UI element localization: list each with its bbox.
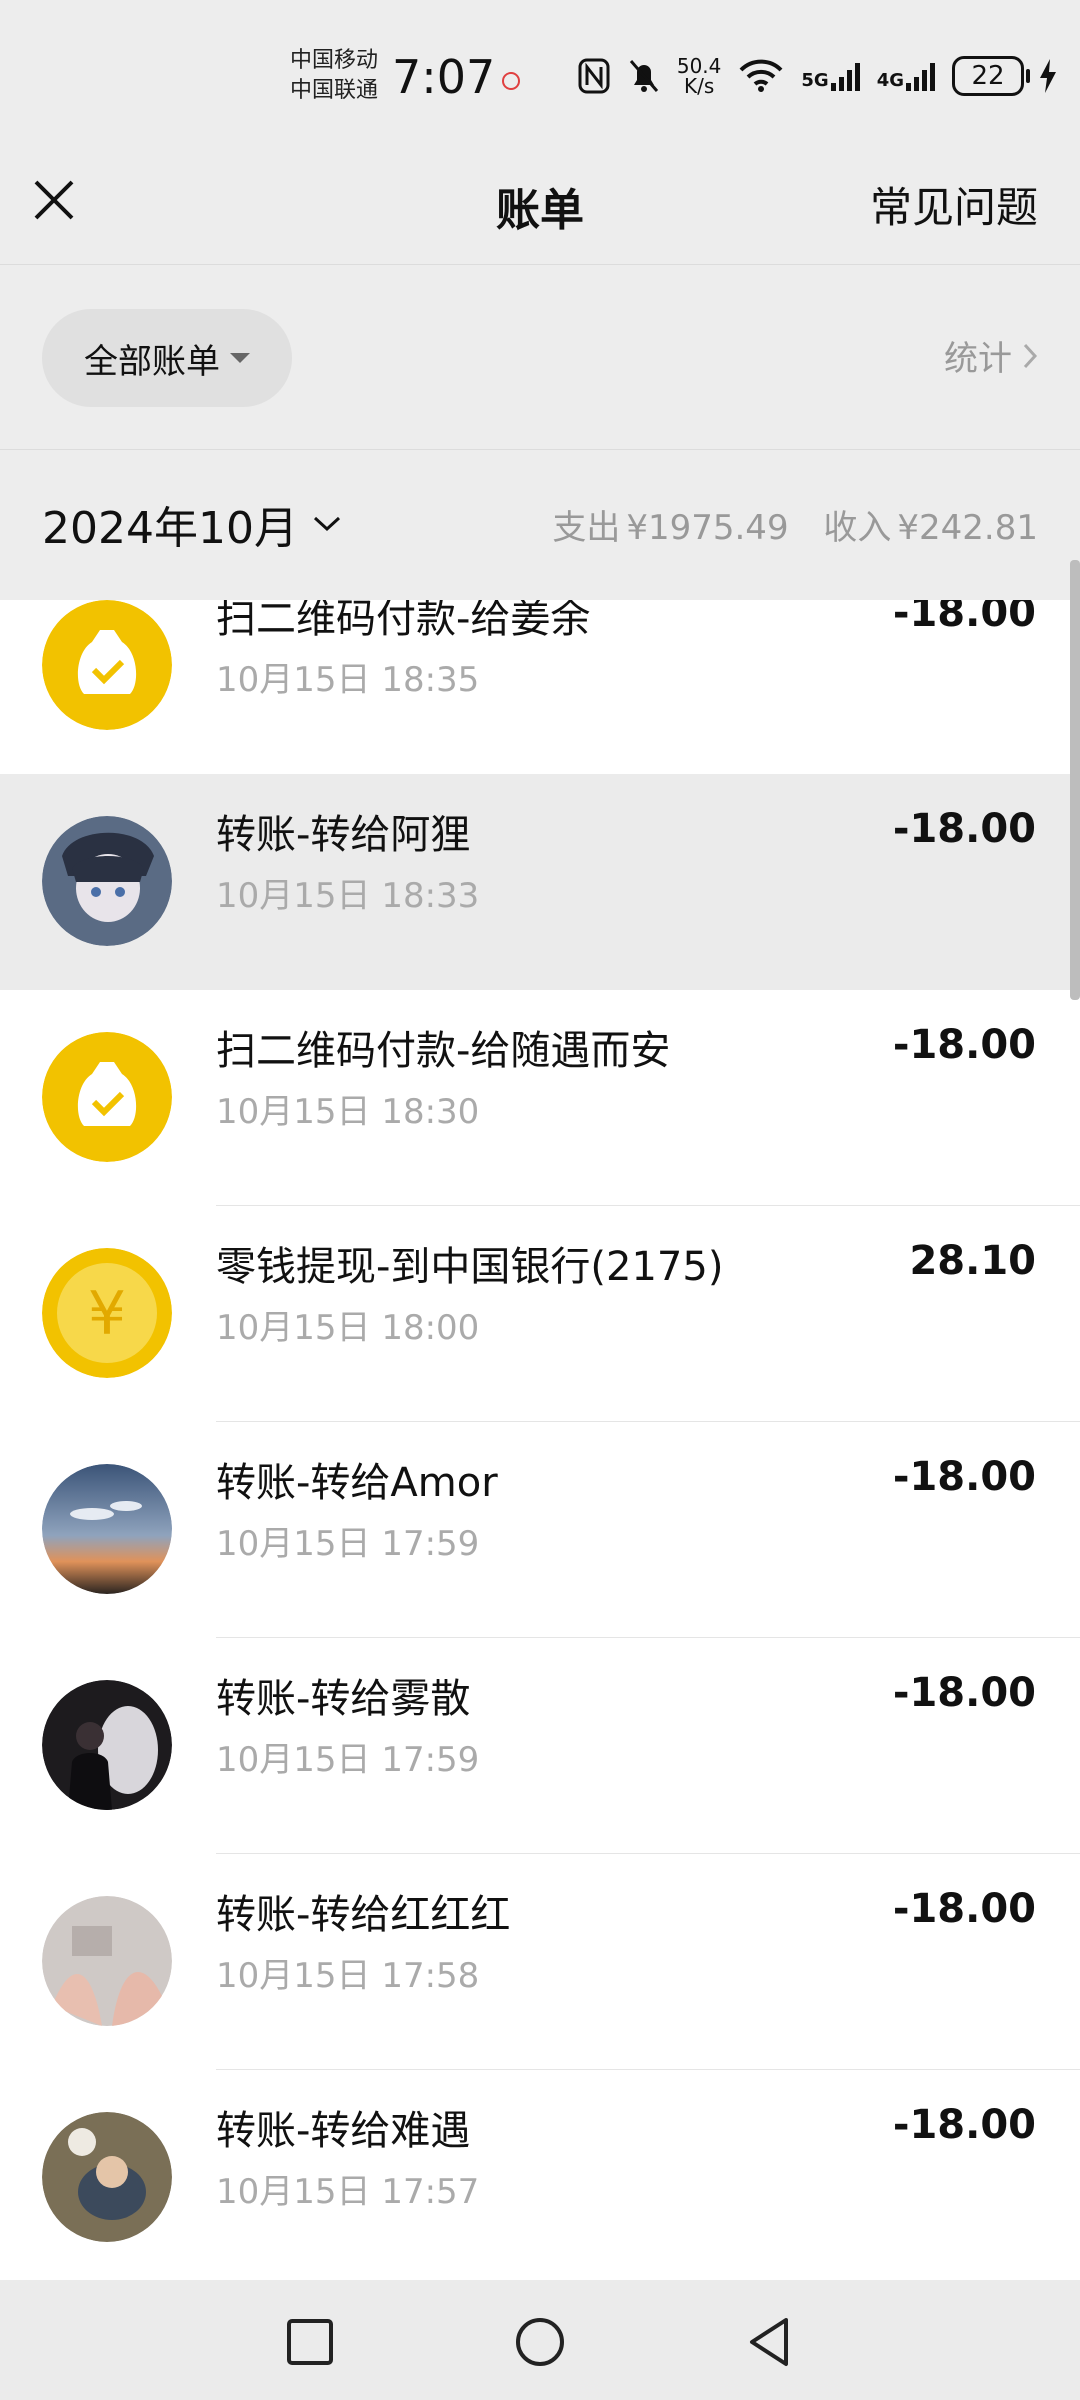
transaction-row[interactable]: 转账-转给阿狸 10月15日 18:33 -18.00 [0,774,1080,990]
transaction-title: 转账-转给阿狸 [216,812,471,858]
filter-label: 全部账单 [84,341,220,382]
qr-payment-icon [42,600,172,730]
carrier-1: 中国移动 [290,48,379,73]
faq-link[interactable]: 常见问题 [870,174,1038,235]
net-speed: 50.4 K/s [676,54,722,98]
transaction-time: 10月15日 17:58 [216,1956,480,1996]
transaction-row[interactable]: 转账-转给红红红 10月15日 17:58 -18.00 [0,1854,1080,2070]
signal-bars-icon [906,63,935,91]
transaction-list[interactable]: 扫二维码付款-给姜余 10月15日 18:35 -18.00 转账-转给阿狸 1… [0,600,1080,2280]
transaction-row[interactable]: 转账-转给Amor 10月15日 17:59 -18.00 [0,1422,1080,1638]
scrollbar[interactable] [1070,560,1080,1000]
transaction-row[interactable]: 扫二维码付款-给姜余 10月15日 18:35 -18.00 [0,600,1080,774]
transaction-title: 转账-转给雾散 [216,1676,471,1722]
signal-bars-icon [830,63,860,91]
stats-link[interactable]: 统计 [944,331,1038,380]
status-icons: 50.4 K/s 5G 4G 22 [577,56,1056,96]
user-avatar [42,816,172,946]
charging-icon [1040,59,1056,93]
transaction-amount: -18.00 [892,1022,1036,1068]
expense-value: ¥1975.49 [626,508,789,548]
recording-icon [502,72,520,90]
signal-5g: 5G [801,61,860,91]
filter-bar: 全部账单 统计 [0,264,1080,450]
transaction-time: 10月15日 17:59 [216,1740,480,1780]
qr-payment-icon [42,1032,172,1162]
transaction-time: 10月15日 18:33 [216,876,480,916]
transaction-amount: -18.00 [892,2102,1036,2148]
bill-filter-dropdown[interactable]: 全部账单 [42,309,292,407]
transaction-row[interactable]: 转账-转给雾散 10月15日 17:59 -18.00 [0,1638,1080,1854]
recent-apps-icon[interactable] [282,2314,338,2370]
transaction-amount: -18.00 [892,1454,1036,1500]
month-bar: 2024年10月 支出 ¥1975.49 收入 ¥242.81 [0,450,1080,600]
clock: 7:07 [392,50,496,104]
transaction-time: 10月15日 17:59 [216,1524,480,1564]
month-selector[interactable]: 2024年10月 [42,492,342,556]
transaction-row[interactable]: ¥ 零钱提现-到中国银行(2175) 10月15日 18:00 28.10 [0,1206,1080,1422]
transaction-amount: -18.00 [892,1886,1036,1932]
chevron-right-icon [1023,343,1038,368]
user-avatar [42,1896,172,2026]
signal-4g: 4G [877,61,936,91]
transaction-time: 10月15日 18:35 [216,660,480,700]
month-totals: 支出 ¥1975.49 收入 ¥242.81 [546,500,1038,549]
nfc-icon [578,58,610,94]
transaction-title: 扫二维码付款-给随遇而安 [216,1028,671,1074]
system-nav-bar [0,2280,1080,2400]
transaction-amount: -18.00 [892,600,1036,636]
user-avatar [42,1680,172,1810]
user-avatar [42,1464,172,1594]
home-icon[interactable] [512,2314,568,2370]
back-icon[interactable] [742,2314,798,2370]
caret-down-icon [230,353,250,363]
transaction-time: 10月15日 18:00 [216,1308,480,1348]
yuan-coin-icon: ¥ [42,1248,172,1378]
transaction-title: 转账-转给Amor [216,1460,498,1506]
mute-bell-icon [629,60,658,92]
transaction-title: 转账-转给红红红 [216,1892,511,1938]
transaction-amount: -18.00 [892,806,1036,852]
transaction-amount: 28.10 [909,1238,1036,1284]
user-avatar [42,2112,172,2242]
transaction-row[interactable]: 转账-转给难遇 10月15日 17:57 -18.00 [0,2070,1080,2280]
month-label: 2024年10月 [42,503,298,554]
stats-label: 统计 [944,339,1012,379]
income-label: 收入 [823,508,892,548]
header: 账单 常见问题 [0,150,1080,264]
income-value: ¥242.81 [897,508,1038,548]
transaction-title: 扫二维码付款-给姜余 [216,600,591,642]
transaction-time: 10月15日 18:30 [216,1092,480,1132]
transaction-time: 10月15日 17:57 [216,2172,480,2212]
transaction-row[interactable]: 扫二维码付款-给随遇而安 10月15日 18:30 -18.00 [0,990,1080,1206]
status-bar: 中国移动 中国联通 7:07 50.4 K/s 5G 4G 22 [0,0,1080,150]
transaction-amount: -18.00 [892,1670,1036,1716]
battery-icon: 22 [952,56,1030,96]
chevron-down-icon [313,516,340,532]
svg-text:¥: ¥ [88,1279,126,1349]
carrier-2: 中国联通 [290,78,379,103]
expense-label: 支出 [552,508,621,548]
transaction-title: 零钱提现-到中国银行(2175) [216,1244,724,1290]
wifi-icon [739,59,783,92]
transaction-title: 转账-转给难遇 [216,2108,471,2154]
carrier-labels: 中国移动 中国联通 [290,46,378,106]
